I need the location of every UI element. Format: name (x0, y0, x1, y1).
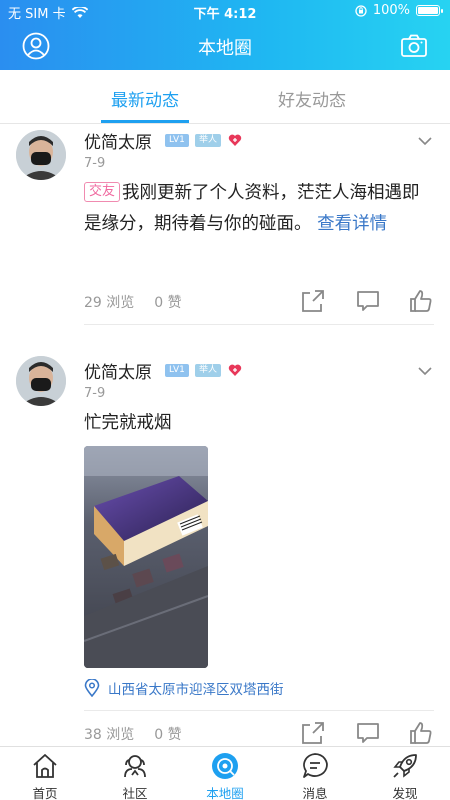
avatar-image (16, 356, 66, 406)
post-date: 7-9 (84, 156, 106, 171)
tabbar-item-local-circle[interactable]: 本地圈 (180, 751, 270, 800)
avatar[interactable] (16, 130, 66, 180)
community-icon (124, 755, 146, 778)
local-circle-icon (212, 753, 238, 779)
home-icon (33, 754, 57, 778)
avatar-image (16, 130, 66, 180)
post-tag[interactable]: 交友 (84, 182, 121, 202)
app-header: 无 SIM 卡 下午 4:12 100% 本地圈 (0, 0, 450, 70)
post-photo[interactable] (84, 446, 208, 668)
feed-tabs: 最新动态 好友动态 (0, 70, 450, 124)
active-tab-indicator (101, 120, 189, 123)
rank-badge: 举人 (195, 364, 222, 377)
location-pin-icon (84, 679, 100, 697)
camera-icon[interactable] (400, 32, 428, 60)
tabbar-label: 首页 (32, 786, 58, 800)
view-count: 29 浏览 (84, 295, 135, 311)
heart-icon (228, 134, 242, 146)
username[interactable]: 优简太原 (84, 358, 152, 383)
feed-post[interactable]: 优简太原 LV1 举人 7-9 忙完就戒烟 山西省太原市迎泽区双塔西街 38 浏… (0, 354, 450, 746)
tabbar-item-community[interactable]: 社区 (90, 751, 180, 800)
tabbar-label: 本地圈 (206, 786, 244, 800)
level-badge: LV1 (165, 134, 189, 147)
comment-icon[interactable] (355, 720, 381, 746)
post-divider (84, 710, 434, 711)
like-count: 0 赞 (154, 727, 182, 743)
chevron-down-icon[interactable] (418, 366, 432, 376)
post-content: 交友 我刚更新了个人资料，茫茫人海相遇即是缘分，期待着与你的碰面。 查看详情 (84, 178, 434, 240)
navigation-bar: 本地圈 (0, 22, 450, 70)
page-title: 本地圈 (198, 38, 252, 59)
bottom-tab-bar: 首页 社区 本地圈 消息 发现 (0, 746, 450, 800)
like-count: 0 赞 (154, 295, 182, 311)
post-image (84, 446, 208, 668)
rank-badge: 举人 (195, 134, 222, 147)
status-bar: 无 SIM 卡 下午 4:12 100% (0, 0, 450, 22)
tabbar-item-messages[interactable]: 消息 (270, 751, 360, 800)
tabbar-item-discover[interactable]: 发现 (360, 751, 450, 800)
location-text: 山西省太原市迎泽区双塔西街 (108, 682, 284, 698)
tabbar-label: 消息 (302, 786, 328, 800)
comment-icon[interactable] (355, 288, 381, 314)
view-count: 38 浏览 (84, 727, 135, 743)
chevron-down-icon[interactable] (418, 136, 432, 146)
tab-friends[interactable]: 好友动态 (252, 86, 372, 111)
post-stats: 29 浏览 0 赞 (84, 292, 202, 312)
tab-latest[interactable]: 最新动态 (85, 86, 205, 111)
share-icon[interactable] (300, 720, 326, 746)
tabbar-label: 发现 (392, 786, 418, 800)
tabbar-item-home[interactable]: 首页 (0, 751, 90, 800)
orientation-lock-icon (355, 4, 367, 17)
heart-icon (228, 364, 242, 376)
post-location[interactable]: 山西省太原市迎泽区双塔西街 (84, 678, 284, 698)
share-icon[interactable] (300, 288, 326, 314)
battery-icon (416, 5, 443, 16)
level-badge: LV1 (165, 364, 189, 377)
avatar[interactable] (16, 356, 66, 406)
tabbar-label: 社区 (122, 786, 148, 800)
battery-percent: 100% (372, 3, 410, 18)
post-date: 7-9 (84, 386, 106, 401)
view-details-link[interactable]: 查看详情 (317, 214, 387, 234)
post-stats: 38 浏览 0 赞 (84, 724, 202, 744)
username[interactable]: 优简太原 (84, 128, 152, 153)
post-divider (84, 324, 434, 325)
rocket-icon (393, 754, 417, 778)
post-text: 忙完就戒烟 (84, 413, 172, 433)
like-icon[interactable] (408, 720, 434, 746)
feed-post[interactable]: 优简太原 LV1 举人 7-9 交友 我刚更新了个人资料，茫茫人海相遇即是缘分，期… (0, 124, 450, 334)
message-icon (303, 753, 328, 778)
like-icon[interactable] (408, 288, 434, 314)
